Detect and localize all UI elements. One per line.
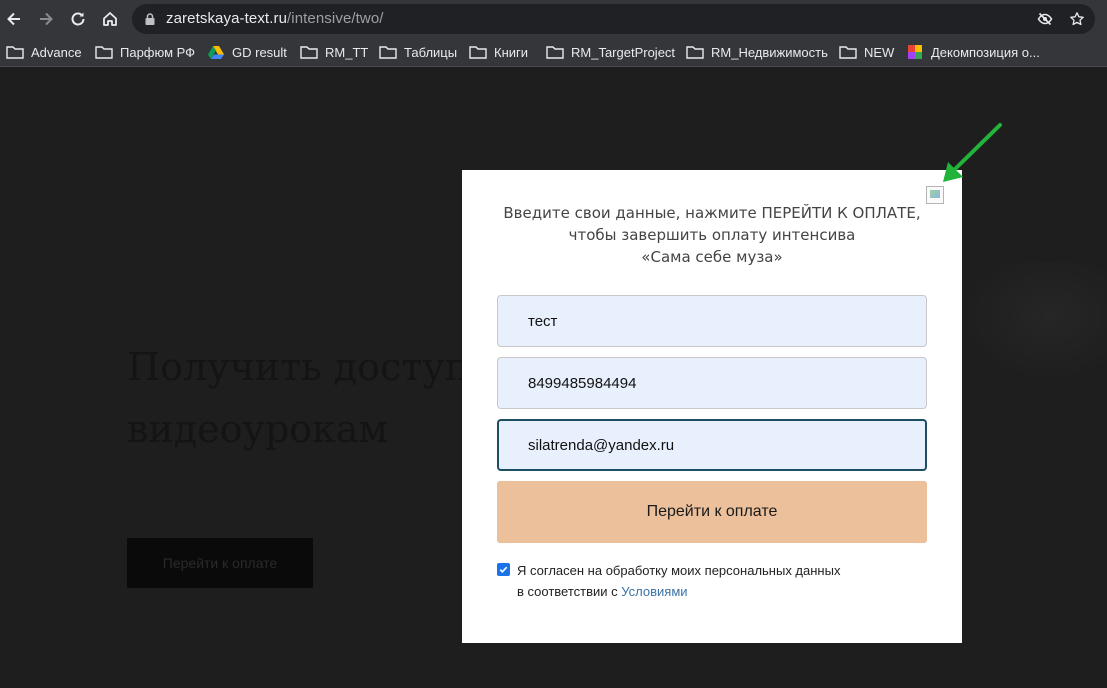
- submit-payment-button[interactable]: Перейти к оплате: [497, 481, 927, 543]
- folder-icon: [6, 46, 24, 59]
- back-icon[interactable]: [4, 9, 24, 29]
- colorful-app-icon: [908, 45, 922, 59]
- browser-toolbar: zaretskaya-text.ru/intensive/two/: [0, 0, 1107, 38]
- page-pay-button: Перейти к оплате: [127, 538, 313, 588]
- forward-icon[interactable]: [36, 9, 56, 29]
- bookmark-item[interactable]: NEW: [839, 42, 894, 62]
- name-input[interactable]: [497, 295, 927, 347]
- bookmarks-bar: Advance Парфюм РФ GD result RM_TT Таблиц…: [0, 38, 1107, 67]
- consent-checkbox[interactable]: [497, 563, 510, 576]
- bookmark-item[interactable]: GD result: [207, 42, 287, 62]
- checkmark-icon: [499, 566, 508, 573]
- phone-input[interactable]: [497, 357, 927, 409]
- background-decoration: [960, 262, 1107, 382]
- folder-icon: [379, 46, 397, 59]
- bookmark-item[interactable]: Книги: [469, 42, 528, 62]
- folder-icon: [839, 46, 857, 59]
- home-icon[interactable]: [100, 9, 120, 29]
- folder-icon: [546, 46, 564, 59]
- email-input[interactable]: [497, 419, 927, 471]
- folder-icon: [300, 46, 318, 59]
- bookmark-item[interactable]: Таблицы: [379, 42, 457, 62]
- google-drive-icon: [208, 46, 224, 59]
- modal-title: Введите свои данные, нажмите ПЕРЕЙТИ К О…: [503, 204, 921, 266]
- bookmark-item[interactable]: RM_TT: [300, 42, 368, 62]
- url-text[interactable]: zaretskaya-text.ru/intensive/two/: [166, 10, 384, 27]
- bookmark-item[interactable]: RM_TargetProject: [546, 42, 675, 62]
- lock-icon[interactable]: [143, 12, 157, 26]
- bookmark-item[interactable]: RM_Недвижимость: [686, 42, 828, 62]
- terms-link[interactable]: Условиями: [621, 584, 687, 599]
- folder-icon: [469, 46, 487, 59]
- eye-slash-icon[interactable]: [1037, 11, 1053, 27]
- annotation-arrow-icon: [943, 123, 1002, 182]
- reload-icon[interactable]: [68, 9, 88, 29]
- payment-modal: Введите свои данные, нажмите ПЕРЕЙТИ К О…: [462, 170, 962, 643]
- folder-icon: [686, 46, 704, 59]
- address-bar[interactable]: zaretskaya-text.ru/intensive/two/: [132, 4, 1095, 34]
- bookmark-item[interactable]: Advance: [6, 42, 82, 62]
- star-icon[interactable]: [1069, 11, 1085, 27]
- folder-icon: [95, 46, 113, 59]
- bookmark-item[interactable]: Декомпозиция о...: [906, 42, 1040, 62]
- bookmark-item[interactable]: Парфюм РФ: [95, 42, 195, 62]
- consent-text: Я согласен на обработку моих персональны…: [517, 563, 841, 599]
